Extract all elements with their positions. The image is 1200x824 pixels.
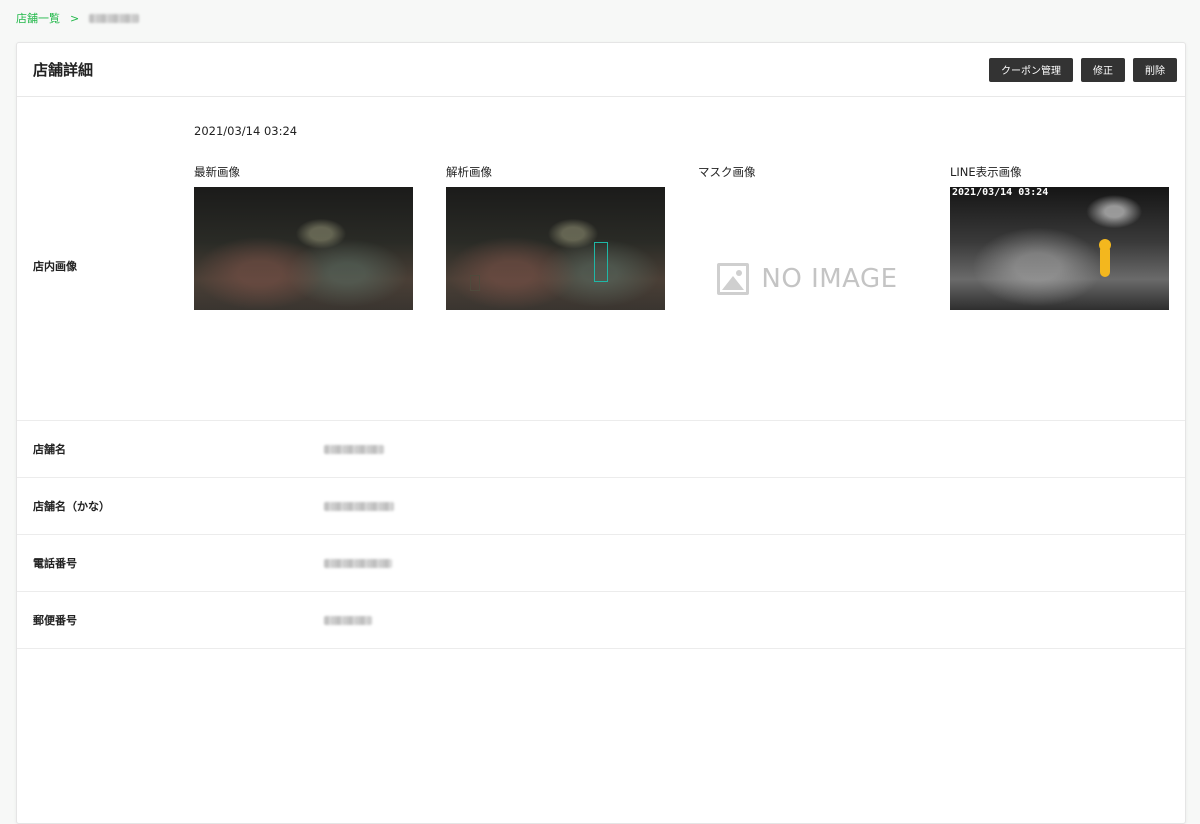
coupon-management-button[interactable]: クーポン管理	[989, 57, 1073, 82]
field-value-blurred	[324, 615, 372, 625]
image-label-line: LINE表示画像	[950, 165, 1022, 179]
field-row-postal-code: 郵便番号	[17, 592, 1185, 649]
image-label-latest: 最新画像	[194, 165, 240, 179]
noimage-text: NO IMAGE	[761, 264, 898, 294]
field-value-blurred	[324, 558, 392, 568]
image-col-mask: マスク画像 NO IMAGE	[698, 165, 917, 304]
store-detail-card: 店舗詳細 クーポン管理 修正 削除 店内画像 2021/03/14 03:24 …	[16, 42, 1186, 824]
field-value-blurred	[324, 444, 384, 454]
image-label-mask: マスク画像	[698, 165, 756, 179]
image-datetime: 2021/03/14 03:24	[194, 124, 298, 138]
field-label: 電話番号	[33, 557, 77, 570]
field-row-store-name-kana: 店舗名（かな）	[17, 478, 1185, 535]
edit-button[interactable]: 修正	[1081, 57, 1125, 82]
camera-timestamp-overlay: 2021/03/14 03:24	[952, 187, 1049, 198]
mask-image-placeholder: NO IMAGE	[698, 254, 917, 304]
image-col-line: LINE表示画像 2021/03/14 03:24	[950, 165, 1169, 310]
field-label: 店舗名	[33, 443, 66, 456]
field-label: 店舗名（かな）	[33, 500, 110, 513]
breadcrumb: 店舗一覧 >	[16, 10, 140, 26]
analysis-image[interactable]	[446, 187, 665, 310]
store-images-row: 店内画像 2021/03/14 03:24 最新画像 解析画像 マスク画像 NO…	[17, 97, 1185, 421]
field-row-store-name: 店舗名	[17, 421, 1185, 478]
field-row-phone: 電話番号	[17, 535, 1185, 592]
field-label: 郵便番号	[33, 614, 77, 627]
card-header: 店舗詳細 クーポン管理 修正 削除	[17, 43, 1185, 97]
image-col-latest: 最新画像	[194, 165, 413, 310]
person-marker	[1099, 239, 1111, 277]
breadcrumb-link-store-list[interactable]: 店舗一覧	[16, 10, 60, 26]
detection-box-object	[470, 275, 480, 291]
delete-button[interactable]: 削除	[1133, 57, 1177, 82]
detection-box-person	[594, 242, 608, 282]
line-display-image[interactable]: 2021/03/14 03:24	[950, 187, 1169, 310]
latest-image[interactable]	[194, 187, 413, 310]
image-col-analysis: 解析画像	[446, 165, 665, 310]
image-placeholder-icon	[717, 263, 750, 295]
image-label-analysis: 解析画像	[446, 165, 492, 179]
action-buttons: クーポン管理 修正 削除	[989, 57, 1177, 82]
breadcrumb-current-blurred	[89, 13, 140, 23]
breadcrumb-separator: >	[70, 11, 80, 25]
page-title: 店舗詳細	[33, 61, 94, 79]
field-value-blurred	[324, 501, 394, 511]
